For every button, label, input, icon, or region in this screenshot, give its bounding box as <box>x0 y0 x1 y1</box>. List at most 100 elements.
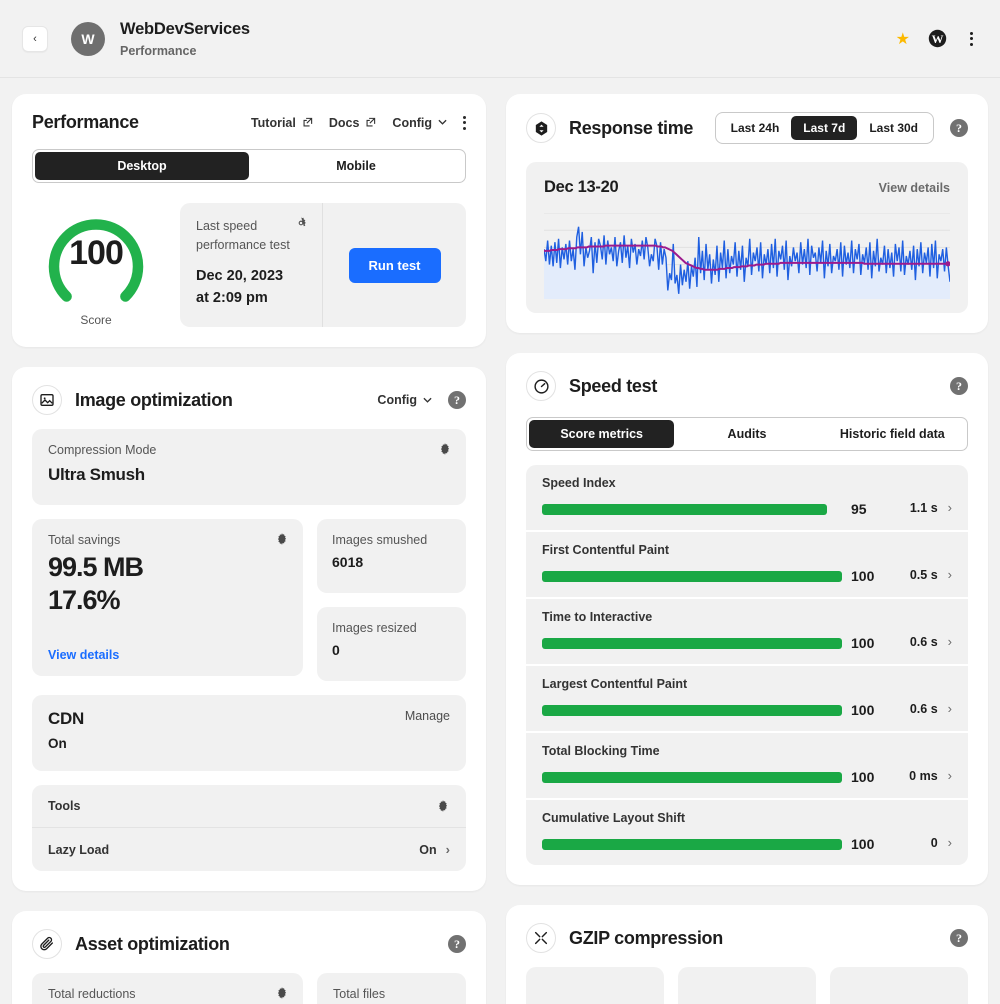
metric-bar-fill <box>542 704 842 716</box>
total-files-box: Total files <box>317 973 466 1004</box>
kebab-menu-icon[interactable] <box>965 30 978 48</box>
metric-row[interactable]: Time to Interactive 100 0.6 s › <box>526 597 968 664</box>
chevron-right-icon: › <box>947 567 952 582</box>
back-button[interactable]: ‹ <box>22 25 48 52</box>
image-config-label: Config <box>377 393 417 407</box>
score-gauge-group: 100 Score <box>32 203 160 327</box>
images-resized-box: Images resized 0 <box>317 607 466 681</box>
metric-name: Speed Index <box>542 476 616 490</box>
docs-link[interactable]: Docs <box>329 116 377 130</box>
range-30d[interactable]: Last 30d <box>857 116 930 140</box>
avatar-letter: W <box>81 30 95 47</box>
tab-audits[interactable]: Audits <box>674 420 819 448</box>
metric-right: 1.1 s › <box>878 500 952 517</box>
speed-metrics-list: Speed Index 95 1.1 s › First Contentful Pain… <box>526 465 968 865</box>
images-resized-value: 0 <box>332 642 340 658</box>
gzip-header: GZIP compression ? <box>526 923 968 953</box>
gzip-box-2 <box>678 967 816 1004</box>
response-time-chart[interactable] <box>544 213 950 299</box>
speed-test-actions: ? <box>950 377 968 395</box>
chevron-right-icon: › <box>947 701 952 716</box>
help-icon[interactable]: ? <box>950 119 968 137</box>
response-time-header: Response time Last 24h Last 7d Last 30d … <box>526 112 968 144</box>
metric-row[interactable]: Speed Index 95 1.1 s › <box>526 465 968 530</box>
metric-bar-fill <box>542 503 827 515</box>
left-column: Performance Tutorial Docs Config Desktop… <box>12 94 486 1004</box>
wordpress-icon[interactable]: W <box>928 29 947 48</box>
run-test-button[interactable]: Run test <box>348 247 441 283</box>
metric-bar-track <box>542 637 842 649</box>
external-link-icon <box>303 117 313 127</box>
metric-score: 100 <box>851 568 875 584</box>
tab-mobile[interactable]: Mobile <box>249 152 463 180</box>
gear-icon[interactable] <box>438 442 452 456</box>
gzip-box-1 <box>526 967 664 1004</box>
performance-card: Performance Tutorial Docs Config Desktop… <box>12 94 486 347</box>
asset-optimization-actions: ? <box>448 935 466 953</box>
metric-bar-line: 95 <box>542 501 878 517</box>
tutorial-link[interactable]: Tutorial <box>251 116 313 130</box>
metric-row[interactable]: First Contentful Paint 100 0.5 s › <box>526 530 968 597</box>
metric-row[interactable]: Cumulative Layout Shift 100 0 › <box>526 798 968 865</box>
gear-icon <box>438 800 448 812</box>
image-config-dropdown[interactable]: Config <box>377 393 432 407</box>
breadcrumb: Performance <box>120 43 197 58</box>
metric-right: 0.6 s › <box>878 701 952 718</box>
range-24h[interactable]: Last 24h <box>719 116 792 140</box>
tab-historic-field-data[interactable]: Historic field data <box>820 420 965 448</box>
total-files-label: Total files <box>333 987 386 1001</box>
cdn-panel: CDN On Manage <box>32 695 466 771</box>
total-reductions-label: Total reductions <box>48 987 136 1001</box>
gear-icon[interactable] <box>275 532 289 546</box>
image-optimization-header: Image optimization Config ? <box>32 385 466 415</box>
help-icon[interactable]: ? <box>448 935 466 953</box>
star-icon[interactable]: ★ <box>896 29 910 49</box>
chevron-right-icon: › <box>445 842 450 857</box>
response-time-chart-box: Dec 13-20 View details <box>526 162 968 313</box>
top-bar: ‹ W WebDevServices Performance ★ W <box>0 0 1000 78</box>
savings-row: Total savings 99.5 MB 17.6% View details… <box>32 519 466 681</box>
tutorial-label: Tutorial <box>250 115 296 130</box>
run-test-area: Run test <box>322 203 466 327</box>
savings-view-details-link[interactable]: View details <box>48 648 287 662</box>
metric-row[interactable]: Total Blocking Time 100 0 ms › <box>526 731 968 798</box>
chevron-right-icon: › <box>947 500 952 515</box>
tab-desktop[interactable]: Desktop <box>35 152 249 180</box>
total-reductions-box: Total reductions <box>32 973 303 1004</box>
help-icon[interactable]: ? <box>950 929 968 947</box>
asset-optimization-header: Asset optimization ? <box>32 929 466 959</box>
cdn-state: On <box>48 736 67 751</box>
lazy-load-row[interactable]: Lazy Load On › <box>32 827 466 871</box>
chevron-left-icon: ‹ <box>33 32 37 45</box>
metric-row[interactable]: Largest Contentful Paint 100 0.6 s › <box>526 664 968 731</box>
chart-view-details-link[interactable]: View details <box>879 181 950 195</box>
last-test-info: Last speed performance test Dec 20, 2023… <box>180 203 322 327</box>
help-icon[interactable]: ? <box>950 377 968 395</box>
range-7d[interactable]: Last 7d <box>791 116 858 140</box>
gear-icon[interactable] <box>275 986 289 1000</box>
cdn-manage-link[interactable]: Manage <box>405 709 450 723</box>
gear-icon[interactable] <box>294 216 308 230</box>
gzip-title: GZIP compression <box>569 927 723 948</box>
tools-gear[interactable] <box>436 799 450 813</box>
help-icon[interactable]: ? <box>448 391 466 409</box>
avatar: W <box>71 21 105 56</box>
metric-bar-track <box>542 838 842 850</box>
config-dropdown[interactable]: Config <box>392 116 447 130</box>
score-gauge: 100 <box>40 203 152 307</box>
tab-score-metrics[interactable]: Score metrics <box>529 420 675 448</box>
metric-score: 100 <box>851 702 875 718</box>
metric-bar-track <box>542 503 842 515</box>
image-optimization-actions: Config ? <box>377 391 466 409</box>
metric-main: Cumulative Layout Shift 100 <box>542 811 878 852</box>
response-time-title: Response time <box>569 117 694 138</box>
metric-time: 0.6 s <box>909 701 938 716</box>
lazy-load-label: Lazy Load <box>48 842 110 857</box>
metric-main: Total Blocking Time 100 <box>542 744 878 785</box>
performance-menu-icon[interactable] <box>463 115 466 130</box>
metric-name: Cumulative Layout Shift <box>542 811 686 825</box>
tools-group: Tools Lazy Load On › <box>32 785 466 871</box>
gzip-box-3 <box>830 967 968 1004</box>
performance-header-actions: Tutorial Docs Config <box>251 115 466 130</box>
metric-main: First Contentful Paint 100 <box>542 543 878 584</box>
